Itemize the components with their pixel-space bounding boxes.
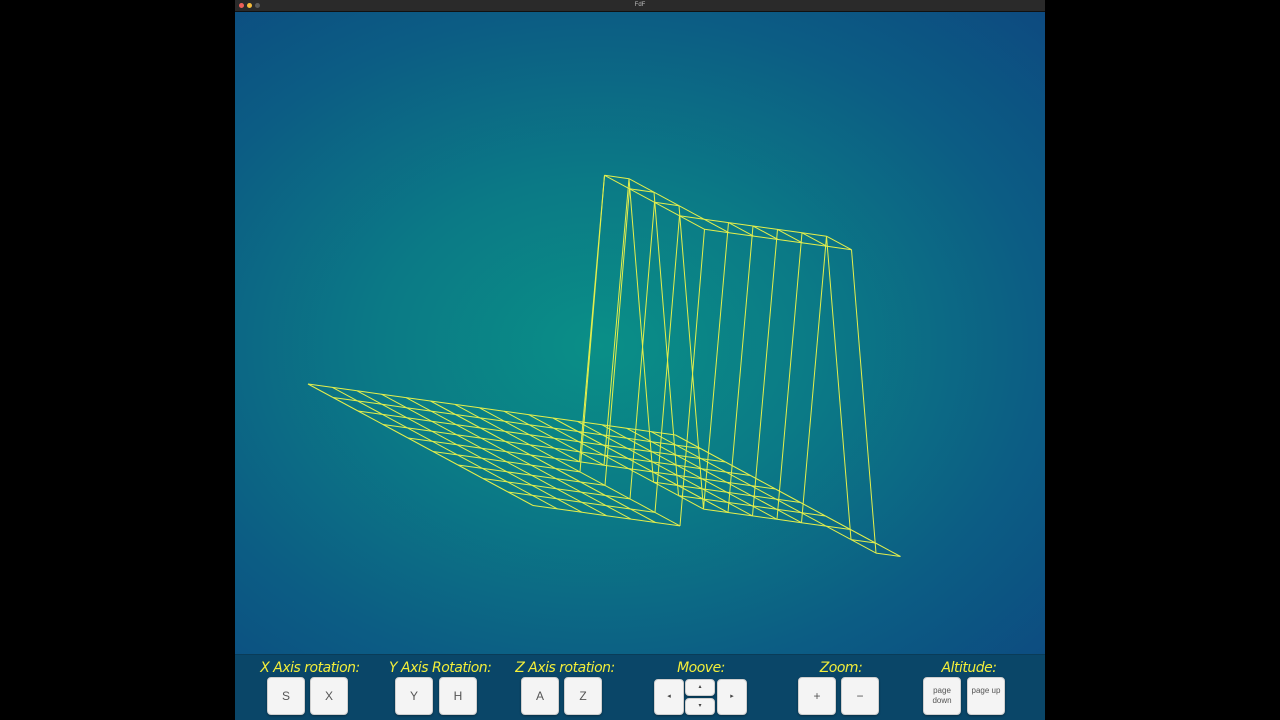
control-bar: X Axis rotation: S X Y Axis Rotation: Y … [235, 654, 1045, 720]
x-rotation-group: X Axis rotation: S X [260, 655, 360, 720]
page-up-button[interactable]: page up [967, 677, 1005, 715]
move-label: Moove: [677, 660, 725, 676]
mesh-edge [752, 229, 778, 516]
mesh-edge [703, 222, 729, 510]
mesh-edge [604, 188, 630, 486]
mesh-edge [851, 249, 877, 554]
altitude-group: Altitude: page down page up [919, 655, 1019, 720]
mesh-edge [603, 178, 630, 466]
arrow-up-button[interactable]: ▴ [685, 679, 715, 696]
mesh-edge [579, 175, 605, 462]
wireframe-mesh [307, 174, 901, 557]
key-h-button[interactable]: H [439, 677, 477, 715]
y-rotation-label: Y Axis Rotation: [389, 660, 492, 676]
title-bar: FdF [235, 0, 1045, 12]
zoom-in-button[interactable]: + [798, 677, 836, 715]
mesh-edge [776, 232, 803, 520]
key-x-button[interactable]: X [310, 677, 348, 715]
fdf-window: FdF X Axis rotation: S X Y Axis Rotation… [235, 0, 1045, 720]
key-z-button[interactable]: Z [564, 677, 602, 715]
mesh-edge [801, 236, 827, 523]
zoom-group: Zoom: + − [791, 655, 891, 720]
arrow-down-button[interactable]: ▾ [685, 698, 715, 715]
window-title: FdF [634, 2, 646, 8]
zoom-out-button[interactable]: − [841, 677, 879, 715]
page-down-button[interactable]: page down [923, 677, 961, 715]
x-rotation-label: X Axis rotation: [260, 660, 360, 676]
altitude-label: Altitude: [941, 660, 997, 676]
key-y-button[interactable]: Y [395, 677, 433, 715]
key-s-button[interactable]: S [267, 677, 305, 715]
key-a-button[interactable]: A [521, 677, 559, 715]
move-group: Moove: ◂ ▴ ▾ ▸ [651, 655, 751, 720]
mesh-edge [727, 225, 754, 513]
y-rotation-group: Y Axis Rotation: Y H [389, 655, 492, 720]
z-rotation-label: Z Axis rotation: [515, 660, 615, 676]
arrow-left-button[interactable]: ◂ [654, 679, 684, 715]
mesh-edge [826, 236, 852, 540]
arrow-right-button[interactable]: ▸ [717, 679, 747, 715]
z-rotation-group: Z Axis rotation: A Z [515, 655, 615, 720]
render-viewport[interactable] [235, 12, 1045, 654]
arrow-up-down-pair: ▴ ▾ [685, 679, 715, 715]
zoom-label: Zoom: [819, 660, 863, 676]
